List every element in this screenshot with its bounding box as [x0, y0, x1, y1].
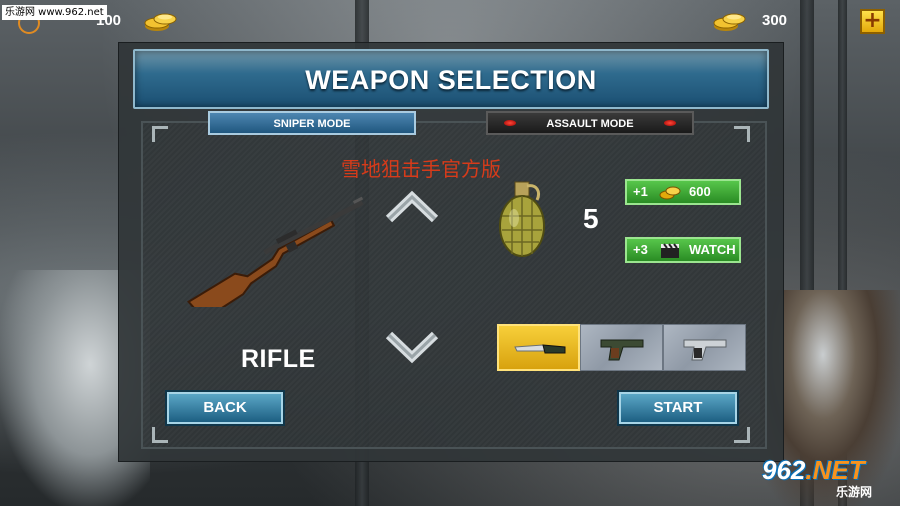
- grenade-count: 5: [583, 203, 599, 234]
- knife-icon: [514, 344, 566, 354]
- site-logo: 962.NET 乐游网: [762, 455, 894, 501]
- tab-label: SNIPER MODE: [273, 118, 351, 130]
- coin-icon: [659, 186, 681, 200]
- weapon-slot-knife[interactable]: [497, 324, 580, 371]
- red-light-icon: [504, 120, 516, 126]
- site-watermark: 乐游网 www.962.net: [2, 5, 107, 20]
- pistol-silver-icon: [683, 339, 727, 361]
- panel-title: WEAPON SELECTION: [305, 65, 597, 95]
- logo-suffix: .NET: [805, 455, 865, 485]
- tab-sniper-mode[interactable]: SNIPER MODE: [208, 111, 416, 135]
- frame-corner: [152, 126, 168, 142]
- buy-amount: +3: [633, 242, 648, 257]
- rifle-icon: [187, 196, 364, 307]
- coin-balance: 300: [762, 12, 788, 29]
- grenade-icon: [499, 181, 545, 257]
- buy-amount: +1: [633, 184, 648, 199]
- logo-subtext: 乐游网: [836, 485, 873, 499]
- coin-stack-icon: [713, 13, 746, 31]
- weapon-slot-pistol-silver[interactable]: [663, 324, 746, 371]
- arrow-down-button[interactable]: [385, 329, 439, 365]
- buy-watch-label: WATCH: [689, 242, 736, 257]
- frame-corner: [152, 427, 168, 443]
- overlay-caption: 雪地狙击手官方版: [341, 157, 501, 181]
- buy-price: 600: [689, 184, 711, 199]
- add-coins-button[interactable]: +: [860, 9, 885, 34]
- tab-assault-mode[interactable]: ASSAULT MODE: [486, 111, 694, 135]
- hud-left-counter: 100: [96, 12, 122, 29]
- logo-text: 962.NET: [762, 455, 865, 486]
- start-button[interactable]: START: [619, 392, 737, 424]
- frame-corner: [734, 427, 750, 443]
- pistol-icon: [600, 339, 644, 361]
- arrow-up-button[interactable]: [385, 189, 439, 225]
- weapon-name: RIFLE: [241, 345, 316, 373]
- logo-prefix: 962: [762, 455, 806, 485]
- weapon-selection-panel: WEAPON SELECTION SNIPER MODE ASSAULT MOD…: [118, 42, 784, 462]
- buy-grenade-coins-button[interactable]: +1 600: [625, 179, 741, 205]
- red-light-icon: [664, 120, 676, 126]
- weapon-slot-pistol[interactable]: [580, 324, 663, 371]
- coin-stack-icon: [144, 13, 177, 31]
- buy-grenade-watch-button[interactable]: +3 WATCH: [625, 237, 741, 263]
- clapperboard-icon: [661, 243, 679, 258]
- back-button[interactable]: BACK: [167, 392, 283, 424]
- frame-corner: [734, 126, 750, 142]
- tab-label: ASSAULT MODE: [546, 118, 634, 130]
- panel-header: WEAPON SELECTION: [133, 49, 769, 109]
